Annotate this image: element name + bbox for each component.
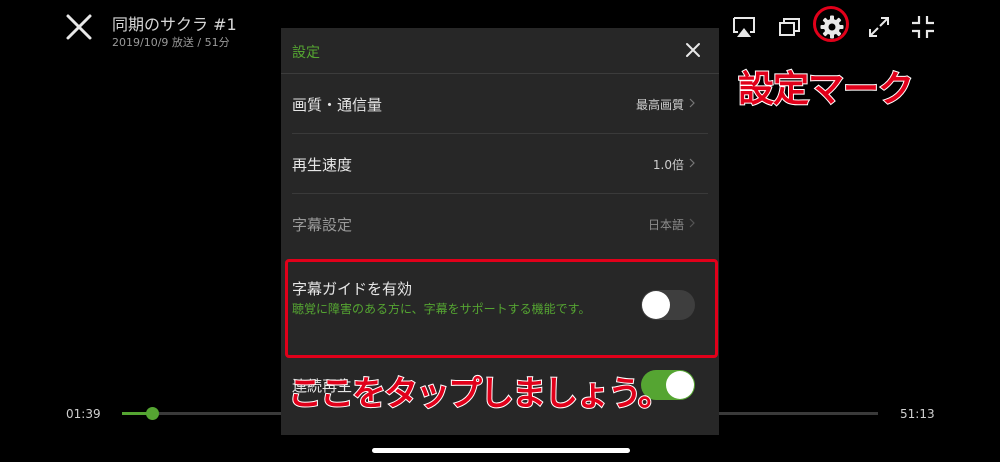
home-indicator[interactable] xyxy=(372,448,630,453)
settings-title: 設定 xyxy=(292,45,320,61)
video-title: 同期のサクラ #1 xyxy=(112,15,237,34)
chevron-right-icon xyxy=(689,218,695,228)
shrink-icon[interactable] xyxy=(910,14,936,40)
row-label: 字幕設定 xyxy=(292,216,353,234)
toggle-knob xyxy=(666,371,694,399)
video-meta: 2019/10/9 放送 / 51分 xyxy=(112,36,230,49)
row-value: 日本語 xyxy=(647,218,684,232)
row-label: 再生速度 xyxy=(292,156,353,174)
tap-annotation-label: ここをタップしましょう。 xyxy=(287,373,673,415)
duration: 51:13 xyxy=(900,407,935,421)
settings-row-quality[interactable]: 画質・通信量 最高画質 xyxy=(281,74,719,134)
pip-icon[interactable] xyxy=(777,14,803,40)
settings-row-subtitles[interactable]: 字幕設定 日本語 xyxy=(281,194,719,254)
subtitle-guide-highlight xyxy=(285,259,718,358)
row-value: 最高画質 xyxy=(635,98,684,112)
gear-annotation-label: 設定マーク xyxy=(737,68,915,111)
chevron-right-icon xyxy=(689,158,695,168)
current-time: 01:39 xyxy=(66,407,101,421)
settings-header: 設定 xyxy=(281,28,719,74)
settings-row-speed[interactable]: 再生速度 1.0倍 xyxy=(281,134,719,194)
airplay-icon[interactable] xyxy=(731,14,757,40)
row-value: 1.0倍 xyxy=(652,158,684,172)
close-icon[interactable] xyxy=(64,12,94,42)
seek-knob[interactable] xyxy=(146,407,160,420)
chevron-right-icon xyxy=(689,98,695,108)
gear-highlight-ring xyxy=(813,6,849,42)
row-label: 画質・通信量 xyxy=(292,96,383,114)
expand-icon[interactable] xyxy=(866,14,892,40)
close-icon[interactable] xyxy=(685,42,701,58)
